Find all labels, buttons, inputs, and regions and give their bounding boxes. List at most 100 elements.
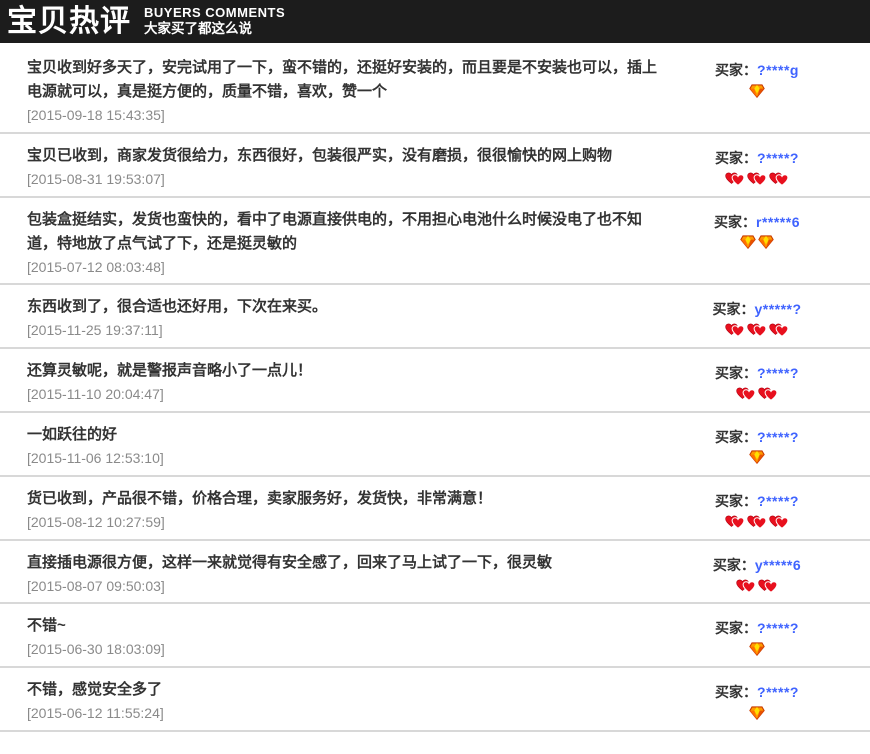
buyer-rating-icons [682,386,832,401]
review-timestamp: [2015-08-07 09:50:03] [27,578,664,595]
review-timestamp: [2015-06-12 11:55:24] [27,705,664,722]
review-timestamp: [2015-06-30 18:03:09] [27,641,664,658]
buyer-rating-icons [682,450,832,465]
buyer-id: y*****? [754,301,801,317]
review-text: 宝贝收到好多天了，安完试用了一下，蛮不错的，还挺好安装的，而且要是不安装也可以，… [27,56,664,104]
buyer-id: ?****? [757,684,799,700]
buyer-line: 买家：?****g [682,60,832,80]
review-body: 直接插电源很方便，这样一来就觉得有安全感了，回来了马上试了一下，很灵敏 [201… [27,551,682,595]
page-header: 宝贝热评 BUYERS COMMENTS 大家买了都这么说 [0,0,870,43]
buyer-id: ?****? [757,493,799,509]
buyer-rating-icons [682,514,832,529]
buyer-rating-icons [682,578,832,593]
buyer-id: ?****? [757,429,799,445]
buyer-label: 买家： [715,150,757,166]
review-text: 包装盒挺结实，发货也蛮快的，看中了电源直接供电的，不用担心电池什么时候没电了也不… [27,208,664,256]
buyer-column: 买家：y*****6 [682,551,832,593]
double-heart-icon [736,578,756,593]
double-heart-icon [769,514,789,529]
review-body: 一如跃往的好 [2015-11-06 12:53:10] [27,423,682,467]
review-timestamp: [2015-09-18 15:43:35] [27,107,664,124]
header-subtitle-cn: 大家买了都这么说 [144,21,285,38]
review-timestamp: [2015-11-25 19:37:11] [27,322,664,339]
buyer-line: 买家：y*****? [682,299,832,319]
buyer-column: 买家：?****? [682,144,832,186]
buyer-column: 买家：?****? [682,678,832,720]
gem-icon [758,235,774,249]
gem-icon [749,84,765,98]
double-heart-icon [769,322,789,337]
buyer-id: r*****6 [756,214,800,230]
buyer-rating-icons [682,641,832,656]
review-row: 不错~ [2015-06-30 18:03:09] 买家：?****? [0,604,870,668]
buyer-label: 买家： [715,429,757,445]
review-body: 包装盒挺结实，发货也蛮快的，看中了电源直接供电的，不用担心电池什么时候没电了也不… [27,208,682,276]
buyer-id: ?****g [757,62,799,78]
buyer-column: 买家：?****? [682,359,832,401]
gem-icon [749,706,765,720]
header-subtitle-en: BUYERS COMMENTS [144,5,285,21]
review-body: 还算灵敏呢，就是警报声音略小了一点儿！ [2015-11-10 20:04:47… [27,359,682,403]
review-text: 还算灵敏呢，就是警报声音略小了一点儿！ [27,359,664,383]
review-row: 宝贝收到好多天了，安完试用了一下，蛮不错的，还挺好安装的，而且要是不安装也可以，… [0,46,870,134]
buyer-column: 买家：?****? [682,487,832,529]
buyer-line: 买家：?****? [682,491,832,511]
review-timestamp: [2015-11-10 20:04:47] [27,386,664,403]
review-text: 东西收到了，很合适也还好用，下次在来买。 [27,295,664,319]
buyer-id: ?****? [757,150,799,166]
review-text: 货已收到，产品很不错，价格合理，卖家服务好，发货快，非常满意！ [27,487,664,511]
buyer-line: 买家：?****? [682,363,832,383]
buyer-id: ?****? [757,365,799,381]
buyer-rating-icons [682,705,832,720]
review-body: 不错~ [2015-06-30 18:03:09] [27,614,682,658]
double-heart-icon [725,322,745,337]
review-timestamp: [2015-07-12 08:03:48] [27,259,664,276]
review-text: 一如跃往的好 [27,423,664,447]
buyer-label: 买家： [715,62,757,78]
review-body: 货已收到，产品很不错，价格合理，卖家服务好，发货快，非常满意！ [2015-08… [27,487,682,531]
buyer-line: 买家：?****? [682,148,832,168]
buyer-column: 买家：?****g [682,56,832,98]
header-subtitle-block: BUYERS COMMENTS 大家买了都这么说 [144,5,285,37]
review-row: 直接插电源很方便，这样一来就觉得有安全感了，回来了马上试了一下，很灵敏 [201… [0,541,870,605]
gem-icon [749,450,765,464]
buyer-label: 买家： [715,684,757,700]
double-heart-icon [747,514,767,529]
review-body: 东西收到了，很合适也还好用，下次在来买。 [2015-11-25 19:37:1… [27,295,682,339]
review-row: 一如跃往的好 [2015-11-06 12:53:10] 买家：?****? [0,413,870,477]
buyer-line: 买家：r*****6 [682,212,832,232]
review-body: 宝贝已收到，商家发货很给力，东西很好，包装很严实，没有磨损，很很愉快的网上购物 … [27,144,682,188]
review-timestamp: [2015-08-31 19:53:07] [27,171,664,188]
review-text: 直接插电源很方便，这样一来就觉得有安全感了，回来了马上试了一下，很灵敏 [27,551,664,575]
double-heart-icon [747,322,767,337]
double-heart-icon [758,578,778,593]
double-heart-icon [769,171,789,186]
review-row: 货已收到，产品很不错，价格合理，卖家服务好，发货快，非常满意！ [2015-08… [0,477,870,541]
buyer-label: 买家： [715,620,757,636]
review-row: 宝贝已收到，商家发货很给力，东西很好，包装很严实，没有磨损，很很愉快的网上购物 … [0,134,870,198]
review-body: 宝贝收到好多天了，安完试用了一下，蛮不错的，还挺好安装的，而且要是不安装也可以，… [27,56,682,124]
review-row: 包装盒挺结实，发货也蛮快的，看中了电源直接供电的，不用担心电池什么时候没电了也不… [0,198,870,286]
buyer-id: y*****6 [755,557,801,573]
buyer-rating-icons [682,322,832,337]
double-heart-icon [747,171,767,186]
buyer-line: 买家：?****? [682,682,832,702]
buyer-column: 买家：?****? [682,423,832,465]
reviews-list: 宝贝收到好多天了，安完试用了一下，蛮不错的，还挺好安装的，而且要是不安装也可以，… [0,43,870,732]
buyer-label: 买家： [715,365,757,381]
page-title: 宝贝热评 [7,7,131,37]
buyer-label: 买家： [714,214,756,230]
buyer-label: 买家： [713,557,755,573]
gem-icon [740,235,756,249]
review-text: 宝贝已收到，商家发货很给力，东西很好，包装很严实，没有磨损，很很愉快的网上购物 [27,144,664,168]
double-heart-icon [725,171,745,186]
buyer-rating-icons [682,83,832,98]
buyer-column: 买家：y*****? [682,295,832,337]
double-heart-icon [736,386,756,401]
review-body: 不错，感觉安全多了 [2015-06-12 11:55:24] [27,678,682,722]
buyer-column: 买家：?****? [682,614,832,656]
review-row: 还算灵敏呢，就是警报声音略小了一点儿！ [2015-11-10 20:04:47… [0,349,870,413]
double-heart-icon [758,386,778,401]
double-heart-icon [725,514,745,529]
review-row: 不错，感觉安全多了 [2015-06-12 11:55:24] 买家：?****… [0,668,870,732]
